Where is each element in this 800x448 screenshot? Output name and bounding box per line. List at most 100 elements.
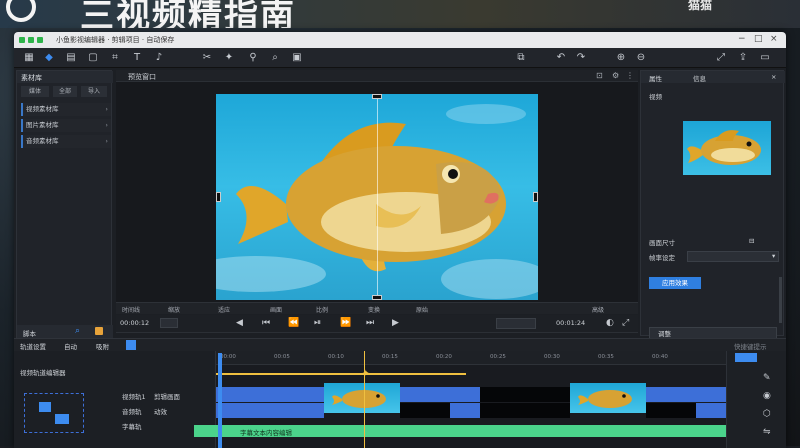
fullscreen-icon[interactable]: ⤢ [714, 51, 728, 65]
list-item[interactable]: 图片素材库 › [21, 119, 111, 132]
list-item[interactable]: 视频素材库 › [21, 103, 111, 116]
settings-icon[interactable]: ⚙ [612, 71, 619, 80]
pen-icon[interactable]: ✎ [763, 373, 771, 383]
video-clip-thumbnail[interactable] [570, 383, 646, 413]
mode-button[interactable] [735, 353, 757, 362]
clip-thumbnail[interactable] [683, 121, 771, 175]
minimize-icon[interactable]: − [738, 34, 746, 44]
window-dot-icon[interactable] [28, 37, 34, 43]
zoom-out-icon[interactable]: ⊖ [634, 51, 648, 65]
gap-block[interactable] [480, 387, 570, 402]
video-clip[interactable] [646, 387, 726, 402]
prev-icon[interactable]: ◀ [236, 318, 243, 328]
audio-clip[interactable] [450, 403, 480, 418]
audio-clip[interactable] [216, 403, 324, 418]
search-icon[interactable]: ⌕ [268, 51, 282, 65]
text-icon[interactable]: T [130, 51, 144, 65]
option-fit[interactable]: 适应 [218, 305, 230, 314]
option-advanced[interactable]: 高级 [592, 305, 604, 314]
tab-media-library[interactable]: 素材库 [21, 73, 42, 83]
cut-icon[interactable]: ✂ [200, 51, 214, 65]
gap-block[interactable] [646, 403, 696, 418]
subtitle-clip[interactable]: 字幕文本内容编辑 [194, 425, 726, 437]
snap-toggle[interactable]: 吸附 [96, 341, 109, 351]
diamond-icon[interactable]: ◆ [42, 51, 56, 65]
more-icon[interactable]: ⋮ [626, 71, 634, 80]
rewind-icon[interactable]: ⏪ [288, 318, 299, 328]
magic-icon[interactable]: ✦ [222, 51, 236, 65]
undo-icon[interactable]: ↶ [554, 51, 568, 65]
search-icon[interactable]: ⌕ [75, 326, 80, 336]
tab-info[interactable]: 信息 [693, 73, 706, 83]
resize-handle-top[interactable] [372, 94, 382, 99]
option-original[interactable]: 原始 [416, 305, 428, 314]
video-clip-thumbnail[interactable] [324, 383, 400, 413]
marker-icon[interactable]: ⬡ [763, 409, 771, 419]
split-line[interactable] [377, 94, 378, 300]
time-ruler[interactable]: 00:00 00:05 00:10 00:15 00:20 00:25 00:3… [216, 351, 726, 365]
auto-toggle[interactable]: 自动 [64, 341, 77, 351]
zoom-in-icon[interactable]: ⊕ [614, 51, 628, 65]
fullscreen-preview-icon[interactable]: ⤢ [622, 318, 629, 328]
resize-handle-left[interactable] [216, 192, 221, 202]
playhead[interactable] [364, 351, 365, 448]
window-dot-icon[interactable] [37, 37, 43, 43]
play-pause-icon[interactable]: ⏯ [314, 318, 321, 328]
frame-rate-select[interactable]: ▾ [687, 251, 779, 262]
gap-block[interactable] [400, 403, 450, 418]
video-clip[interactable] [216, 387, 324, 402]
maximize-icon[interactable]: □ [754, 34, 763, 44]
add-track-icon[interactable] [126, 340, 136, 350]
close-icon[interactable]: × [771, 73, 776, 81]
gap-block[interactable] [480, 403, 570, 418]
option-transform[interactable]: 变换 [368, 305, 380, 314]
video-clip[interactable] [400, 387, 480, 402]
grid-icon[interactable]: ▦ [22, 51, 36, 65]
resize-handle-bottom[interactable] [372, 295, 382, 300]
segment-all[interactable]: 全部 [53, 86, 77, 97]
segment-media[interactable]: 媒体 [21, 86, 49, 97]
copy-icon[interactable]: ⧉ [514, 51, 528, 65]
fast-forward-icon[interactable]: ⏩ [340, 318, 351, 328]
crop-icon[interactable]: ⌗ [108, 51, 122, 65]
audio-icon[interactable]: ♪ [152, 51, 166, 65]
track-settings[interactable]: 轨道设置 [20, 341, 46, 351]
track-tag[interactable]: 剪辑画面 [154, 391, 180, 401]
mic-icon[interactable]: ◉ [763, 391, 771, 401]
frame-icon[interactable]: ▢ [86, 51, 100, 65]
option-ratio[interactable]: 比例 [316, 305, 328, 314]
scrollbar[interactable] [779, 277, 782, 323]
resize-handle-right[interactable] [533, 192, 538, 202]
field-extra-icon[interactable]: ⊟ [749, 237, 754, 245]
option-timeline[interactable]: 时间线 [122, 305, 140, 314]
option-zoom[interactable]: 缩放 [168, 305, 180, 314]
video-frame[interactable] [216, 94, 538, 300]
snapshot-icon[interactable]: ⊡ [596, 71, 603, 80]
list-item[interactable]: 音频素材库 › [21, 135, 111, 148]
option-frame[interactable]: 画面 [270, 305, 282, 314]
image-icon[interactable]: ▣ [290, 51, 304, 65]
next-icon[interactable]: ▶ [392, 318, 399, 328]
link-icon[interactable]: ⚲ [246, 51, 260, 65]
split-icon[interactable]: ⇋ [763, 427, 771, 437]
close-icon[interactable]: × [770, 34, 778, 44]
track-tag[interactable]: 动效 [154, 406, 167, 416]
volume-icon[interactable]: ◐ [606, 318, 614, 328]
layers-icon[interactable]: ▤ [64, 51, 78, 65]
segment-import[interactable]: 导入 [81, 86, 107, 97]
timeline-start-marker[interactable] [218, 353, 222, 448]
keyframe-line[interactable] [216, 373, 466, 375]
audio-clip[interactable] [696, 403, 726, 418]
media-panel-footer: 脚本 ⌕ [17, 325, 113, 339]
apply-effect-button[interactable]: 应用效果 [649, 277, 701, 289]
share-icon[interactable]: ⇪ [736, 51, 750, 65]
redo-icon[interactable]: ↷ [574, 51, 588, 65]
folder-icon[interactable] [95, 327, 103, 335]
export-icon[interactable]: ▭ [758, 51, 772, 65]
speed-field[interactable] [496, 318, 536, 329]
frame-input[interactable] [160, 318, 178, 328]
skip-back-icon[interactable]: ⏮ [262, 318, 270, 328]
window-dot-icon[interactable] [19, 37, 25, 43]
skip-forward-icon[interactable]: ⏭ [366, 318, 374, 328]
tab-properties[interactable]: 属性 [649, 73, 662, 83]
